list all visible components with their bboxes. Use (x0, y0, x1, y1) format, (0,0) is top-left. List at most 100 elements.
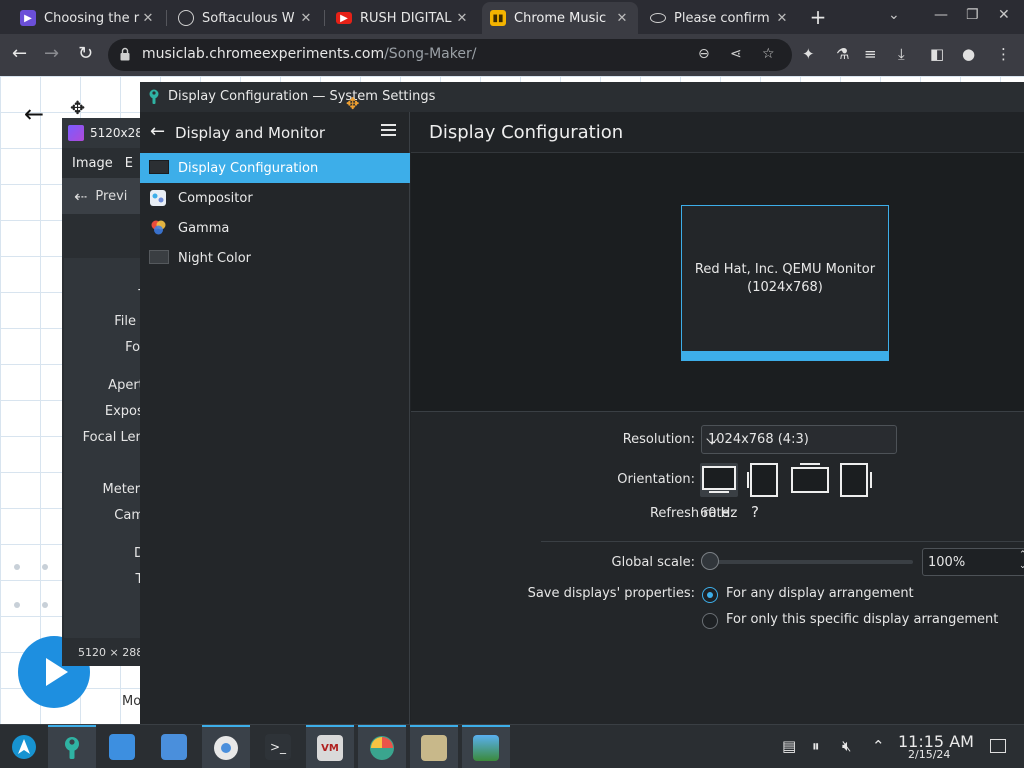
browser-tab-4-active[interactable]: ▮▮ Chrome Music ✕ (482, 2, 638, 34)
radio-any-arrangement[interactable] (702, 587, 718, 603)
display-settings-panel: Resolution: 1024x768 (4:3) Orientation: … (411, 412, 1024, 724)
close-tab-icon[interactable]: ✕ (298, 11, 314, 26)
sidebar-item-label: Night Color (178, 250, 251, 266)
reload-icon[interactable]: ↻ (78, 44, 93, 64)
save-properties-label: Save displays' properties: (527, 586, 695, 601)
web-back-arrow-icon[interactable]: ← (24, 100, 44, 128)
media-pause-icon[interactable]: ⏸ (812, 737, 820, 755)
image-properties-panel: Si Ty File Si Fold Apertu Exposu Focal L… (64, 258, 152, 638)
forward-arrow-icon[interactable]: → (44, 44, 59, 64)
orientation-inverted-icon[interactable] (789, 462, 831, 498)
back-arrow-icon[interactable]: ← (150, 121, 165, 142)
radio-specific-arrangement-label[interactable]: For only this specific display arrangeme… (726, 612, 998, 627)
play-icon: ▶ (20, 10, 36, 26)
image-icon (473, 735, 499, 761)
browser-tab-2[interactable]: Softaculous W ✕ (170, 2, 322, 34)
close-tab-icon[interactable]: ✕ (140, 11, 156, 26)
display-arrangement-preview: Red Hat, Inc. QEMU Monitor (1024x768) (411, 153, 1024, 412)
menu-edit[interactable]: E (125, 156, 133, 171)
help-question-icon[interactable]: ? (751, 503, 759, 521)
browser-tab-3[interactable]: ▶ RUSH DIGITAL ✕ (328, 2, 478, 34)
sidebar-header: ← Display and Monitor (140, 112, 410, 152)
global-scale-slider-handle[interactable] (701, 552, 719, 570)
taskbar-dolphin[interactable] (410, 725, 458, 768)
refresh-rate-value: 60 Hz (700, 506, 738, 521)
volume-muted-icon[interactable]: 🔇︎ (842, 737, 851, 755)
clipboard-icon[interactable]: ▤ (782, 737, 796, 755)
lock-icon (120, 47, 130, 61)
hamburger-menu-icon[interactable] (381, 123, 396, 137)
orientation-landscape-icon[interactable] (699, 462, 739, 498)
extensions-puzzle-icon[interactable]: ✦ (802, 45, 815, 63)
taskbar-image-viewer[interactable] (462, 725, 510, 768)
browser-tab-1[interactable]: ▶ Choosing the r ✕ (12, 2, 164, 34)
labs-flask-icon[interactable]: ⚗ (836, 45, 849, 63)
taskbar-chrome[interactable] (202, 725, 250, 768)
application-launcher[interactable] (0, 725, 48, 768)
address-bar[interactable]: musiclab.chromeexperiments.com/Song-Make… (108, 39, 792, 71)
sidebar-item-label: Compositor (178, 190, 253, 206)
global-scale-label: Global scale: (611, 555, 695, 570)
restore-window-icon[interactable]: ❐ (966, 7, 979, 23)
display-icon (149, 160, 169, 174)
sidebar-item-compositor[interactable]: Compositor (140, 183, 410, 213)
radio-specific-arrangement[interactable] (702, 613, 718, 629)
image-viewer-app-icon (68, 125, 84, 141)
tab-title: Softaculous W (202, 10, 295, 26)
orientation-portrait-right-icon[interactable] (839, 462, 873, 498)
bookmark-star-icon[interactable]: ☆ (762, 46, 775, 62)
global-scale-spinbox[interactable]: 100% ⌃ ⌄ (922, 548, 1024, 576)
global-scale-value: 100% (928, 555, 966, 570)
new-tab-button[interactable]: + (808, 6, 828, 28)
sidebar-item-gamma[interactable]: Gamma (140, 213, 410, 243)
profile-avatar-icon[interactable]: ● (962, 45, 975, 63)
side-panel-icon[interactable]: ◧ (930, 45, 944, 63)
sidebar-item-display-configuration[interactable]: Display Configuration (140, 153, 410, 183)
pinwheel-app-icon (370, 736, 394, 760)
browser-toolbar: ← → ↻ musiclab.chromeexperiments.com/Son… (0, 34, 1024, 76)
menu-image[interactable]: Image (72, 156, 113, 171)
taskbar-app-icons[interactable] (358, 725, 406, 768)
browser-tab-5[interactable]: Please confirm ✕ (642, 2, 798, 34)
resolution-value: 1024x768 (4:3) (708, 432, 809, 447)
clock-date[interactable]: 2/15/24 (908, 748, 950, 761)
spin-up-icon[interactable]: ⌃ (1019, 550, 1024, 560)
sidebar-item-night-color[interactable]: Night Color (140, 243, 410, 273)
monitor-tile[interactable]: Red Hat, Inc. QEMU Monitor (1024x768) (681, 205, 889, 361)
taskbar-discover[interactable] (98, 725, 146, 768)
zoom-icon[interactable]: ⊖ (698, 46, 710, 62)
taskbar-file-manager[interactable] (150, 725, 198, 768)
settings-titlebar[interactable]: Display Configuration — System Settings (140, 82, 1024, 112)
taskbar-virt-manager[interactable]: VM (306, 725, 354, 768)
back-arrow-icon[interactable]: ← (12, 44, 27, 64)
gamma-icon (151, 220, 166, 235)
share-icon[interactable]: ⋖ (730, 46, 742, 62)
grid-dot (14, 602, 20, 608)
orientation-label: Orientation: (617, 472, 695, 487)
download-icon[interactable]: ⤓ (898, 45, 905, 63)
arch-launcher-icon (12, 735, 36, 759)
global-scale-slider-track[interactable] (711, 560, 913, 564)
close-window-icon[interactable]: ✕ (998, 7, 1010, 23)
youtube-icon: ▶ (336, 12, 352, 24)
chrome-menu-icon[interactable]: ⋮ (996, 45, 1011, 63)
taskbar-terminal[interactable]: >_ (254, 725, 302, 768)
media-queue-icon[interactable]: ≡ (864, 45, 877, 63)
minimize-window-icon[interactable]: — (934, 7, 948, 23)
resolution-select[interactable]: 1024x768 (4:3) (701, 425, 897, 454)
taskbar-system-settings[interactable] (48, 725, 96, 768)
orientation-portrait-left-icon[interactable] (747, 462, 781, 498)
close-tab-icon[interactable]: ✕ (774, 11, 790, 26)
spin-down-icon[interactable]: ⌄ (1019, 561, 1024, 571)
browser-tab-strip: ▶ Choosing the r ✕ Softaculous W ✕ ▶ RUS… (0, 0, 1024, 34)
previous-arrow-icon[interactable]: ⇠ (74, 187, 87, 206)
close-tab-icon[interactable]: ✕ (454, 11, 470, 26)
radio-any-arrangement-label[interactable]: For any display arrangement (726, 586, 914, 601)
image-viewer-titlebar[interactable]: 5120x28 (62, 118, 152, 148)
show-desktop-icon[interactable] (990, 739, 1006, 753)
image-viewer-menubar: Image E (62, 148, 152, 178)
tray-expand-chevron-icon[interactable]: ⌃ (872, 737, 885, 755)
settings-window-title: Display Configuration — System Settings (168, 89, 436, 104)
tab-search-chevron-icon[interactable]: ⌄ (888, 7, 900, 23)
close-tab-icon[interactable]: ✕ (614, 11, 630, 26)
